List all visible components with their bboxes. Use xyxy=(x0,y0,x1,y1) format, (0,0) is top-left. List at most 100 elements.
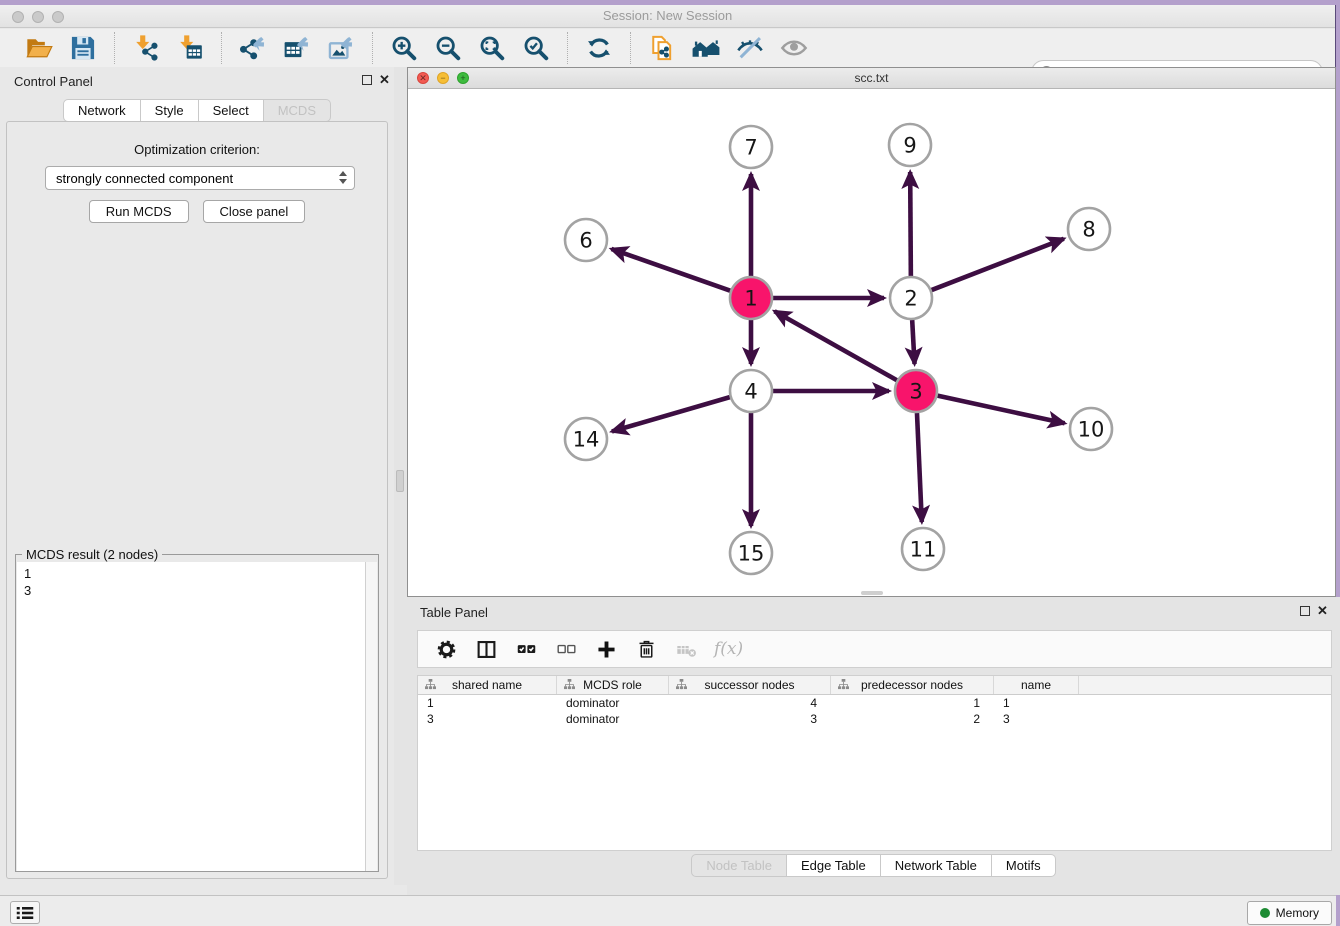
select-all-button[interactable] xyxy=(514,637,538,661)
import-network-button[interactable] xyxy=(129,32,163,64)
cell-MCDS-role[interactable]: dominator xyxy=(557,711,669,727)
node-table: shared name MCDS role successor nodes pr… xyxy=(417,675,1332,851)
zoom-fit-button[interactable] xyxy=(475,32,509,64)
export-table-icon xyxy=(283,34,311,62)
svg-text:4: 4 xyxy=(744,380,757,404)
zoom-fit-icon xyxy=(478,34,506,62)
delete-column-button[interactable] xyxy=(634,637,658,661)
table-close-icon[interactable]: ✕ xyxy=(1317,603,1328,619)
tab-motifs[interactable]: Motifs xyxy=(992,854,1056,877)
home-neighborhood-button[interactable] xyxy=(689,32,723,64)
graph-node-8[interactable]: 8 xyxy=(1068,208,1110,250)
graph-edge-3-10[interactable] xyxy=(937,396,1064,424)
deselect-all-icon xyxy=(556,639,577,660)
graph-node-3[interactable]: 3 xyxy=(895,370,937,412)
graph-edge-3-11[interactable] xyxy=(917,413,922,522)
import-table-button[interactable] xyxy=(173,32,207,64)
column-label: MCDS role xyxy=(583,678,642,692)
graph-node-4[interactable]: 4 xyxy=(730,370,772,412)
mcds-result-text[interactable]: 1 3 xyxy=(17,562,366,871)
table-float-icon[interactable] xyxy=(1300,606,1310,616)
tab-edge-table[interactable]: Edge Table xyxy=(787,854,881,877)
split-columns-button[interactable] xyxy=(474,637,498,661)
chevron-updown-icon xyxy=(339,171,347,184)
cell-predecessor-nodes[interactable]: 1 xyxy=(831,695,994,711)
tab-network-table[interactable]: Network Table xyxy=(881,854,992,877)
tab-style[interactable]: Style xyxy=(141,99,199,122)
task-history-button[interactable] xyxy=(10,901,40,924)
run-mcds-button[interactable]: Run MCDS xyxy=(89,200,189,223)
deselect-all-button[interactable] xyxy=(554,637,578,661)
float-panel-icon[interactable] xyxy=(362,75,372,85)
cell-name[interactable]: 3 xyxy=(994,711,1079,727)
result-scrollbar[interactable] xyxy=(365,562,377,871)
zoom-out-button[interactable] xyxy=(431,32,465,64)
graph-edge-1-6[interactable] xyxy=(611,249,730,291)
optimization-criterion-select[interactable]: strongly connected component xyxy=(45,166,355,190)
add-column-button[interactable] xyxy=(594,637,618,661)
hide-selected-button[interactable] xyxy=(733,32,767,64)
cell-shared-name[interactable]: 3 xyxy=(418,711,557,727)
svg-text:15: 15 xyxy=(738,542,765,566)
graph-node-14[interactable]: 14 xyxy=(565,418,607,460)
graph-node-1[interactable]: 1 xyxy=(730,277,772,319)
graph-node-2[interactable]: 2 xyxy=(890,277,932,319)
graph-node-15[interactable]: 15 xyxy=(730,532,772,574)
tab-select[interactable]: Select xyxy=(199,99,264,122)
export-table-button[interactable] xyxy=(280,32,314,64)
status-bar: Memory xyxy=(0,895,1336,926)
graph-node-6[interactable]: 6 xyxy=(565,219,607,261)
graph-node-11[interactable]: 11 xyxy=(902,528,944,570)
cell-shared-name[interactable]: 1 xyxy=(418,695,557,711)
tab-network[interactable]: Network xyxy=(63,99,141,122)
split-columns-icon xyxy=(476,639,497,660)
window-title: Session: New Session xyxy=(0,8,1335,23)
column-header-name[interactable]: name xyxy=(994,676,1079,694)
cell-successor-nodes[interactable]: 3 xyxy=(669,711,831,727)
canvas-resize-handle[interactable] xyxy=(861,591,883,595)
column-header-MCDS-role[interactable]: MCDS role xyxy=(557,676,669,694)
column-header-shared-name[interactable]: shared name xyxy=(418,676,557,694)
delete-table-icon xyxy=(676,639,697,660)
zoom-selected-button[interactable] xyxy=(519,32,553,64)
graph-edge-3-1[interactable] xyxy=(775,311,897,380)
graph-edge-4-14[interactable] xyxy=(612,397,730,431)
table-row[interactable]: 3dominator323 xyxy=(418,711,1331,727)
graph-node-10[interactable]: 10 xyxy=(1070,408,1112,450)
table-panel-header: Table Panel ✕ xyxy=(407,597,1340,625)
column-header-predecessor-nodes[interactable]: predecessor nodes xyxy=(831,676,994,694)
zoom-in-button[interactable] xyxy=(387,32,421,64)
cell-successor-nodes[interactable]: 4 xyxy=(669,695,831,711)
gear-button[interactable] xyxy=(434,637,458,661)
graph-node-7[interactable]: 7 xyxy=(730,126,772,168)
apply-layout-button[interactable] xyxy=(582,32,616,64)
cell-predecessor-nodes[interactable]: 2 xyxy=(831,711,994,727)
export-image-button[interactable] xyxy=(324,32,358,64)
graph-edge-2-3[interactable] xyxy=(912,320,914,364)
divider-handle[interactable] xyxy=(396,470,404,492)
network-canvas[interactable]: 7 9 6 8 1 2 4 3 14 10 15 11 xyxy=(408,89,1335,596)
column-header-successor-nodes[interactable]: successor nodes xyxy=(669,676,831,694)
graph-edge-2-9[interactable] xyxy=(910,172,911,276)
application-window: Session: New Session xyxy=(0,5,1336,926)
close-panel-button[interactable]: Close panel xyxy=(203,200,306,223)
tab-mcds[interactable]: MCDS xyxy=(264,99,331,122)
open-session-button[interactable] xyxy=(22,32,56,64)
table-row[interactable]: 1dominator411 xyxy=(418,695,1331,711)
cell-MCDS-role[interactable]: dominator xyxy=(557,695,669,711)
graph-edge-2-8[interactable] xyxy=(932,239,1064,290)
graph-node-9[interactable]: 9 xyxy=(889,124,931,166)
close-panel-icon[interactable]: ✕ xyxy=(379,72,390,88)
save-session-button[interactable] xyxy=(66,32,100,64)
svg-text:6: 6 xyxy=(579,229,592,253)
memory-button[interactable]: Memory xyxy=(1247,901,1332,925)
cell-name[interactable]: 1 xyxy=(994,695,1079,711)
svg-text:2: 2 xyxy=(904,287,917,311)
table-toolbar: f(x) xyxy=(417,630,1332,668)
tab-node-table[interactable]: Node Table xyxy=(691,854,787,877)
panel-divider[interactable] xyxy=(394,67,407,885)
hierarchy-icon xyxy=(425,679,436,693)
clone-network-button[interactable] xyxy=(645,32,679,64)
show-all-button[interactable] xyxy=(777,32,811,64)
export-network-button[interactable] xyxy=(236,32,270,64)
